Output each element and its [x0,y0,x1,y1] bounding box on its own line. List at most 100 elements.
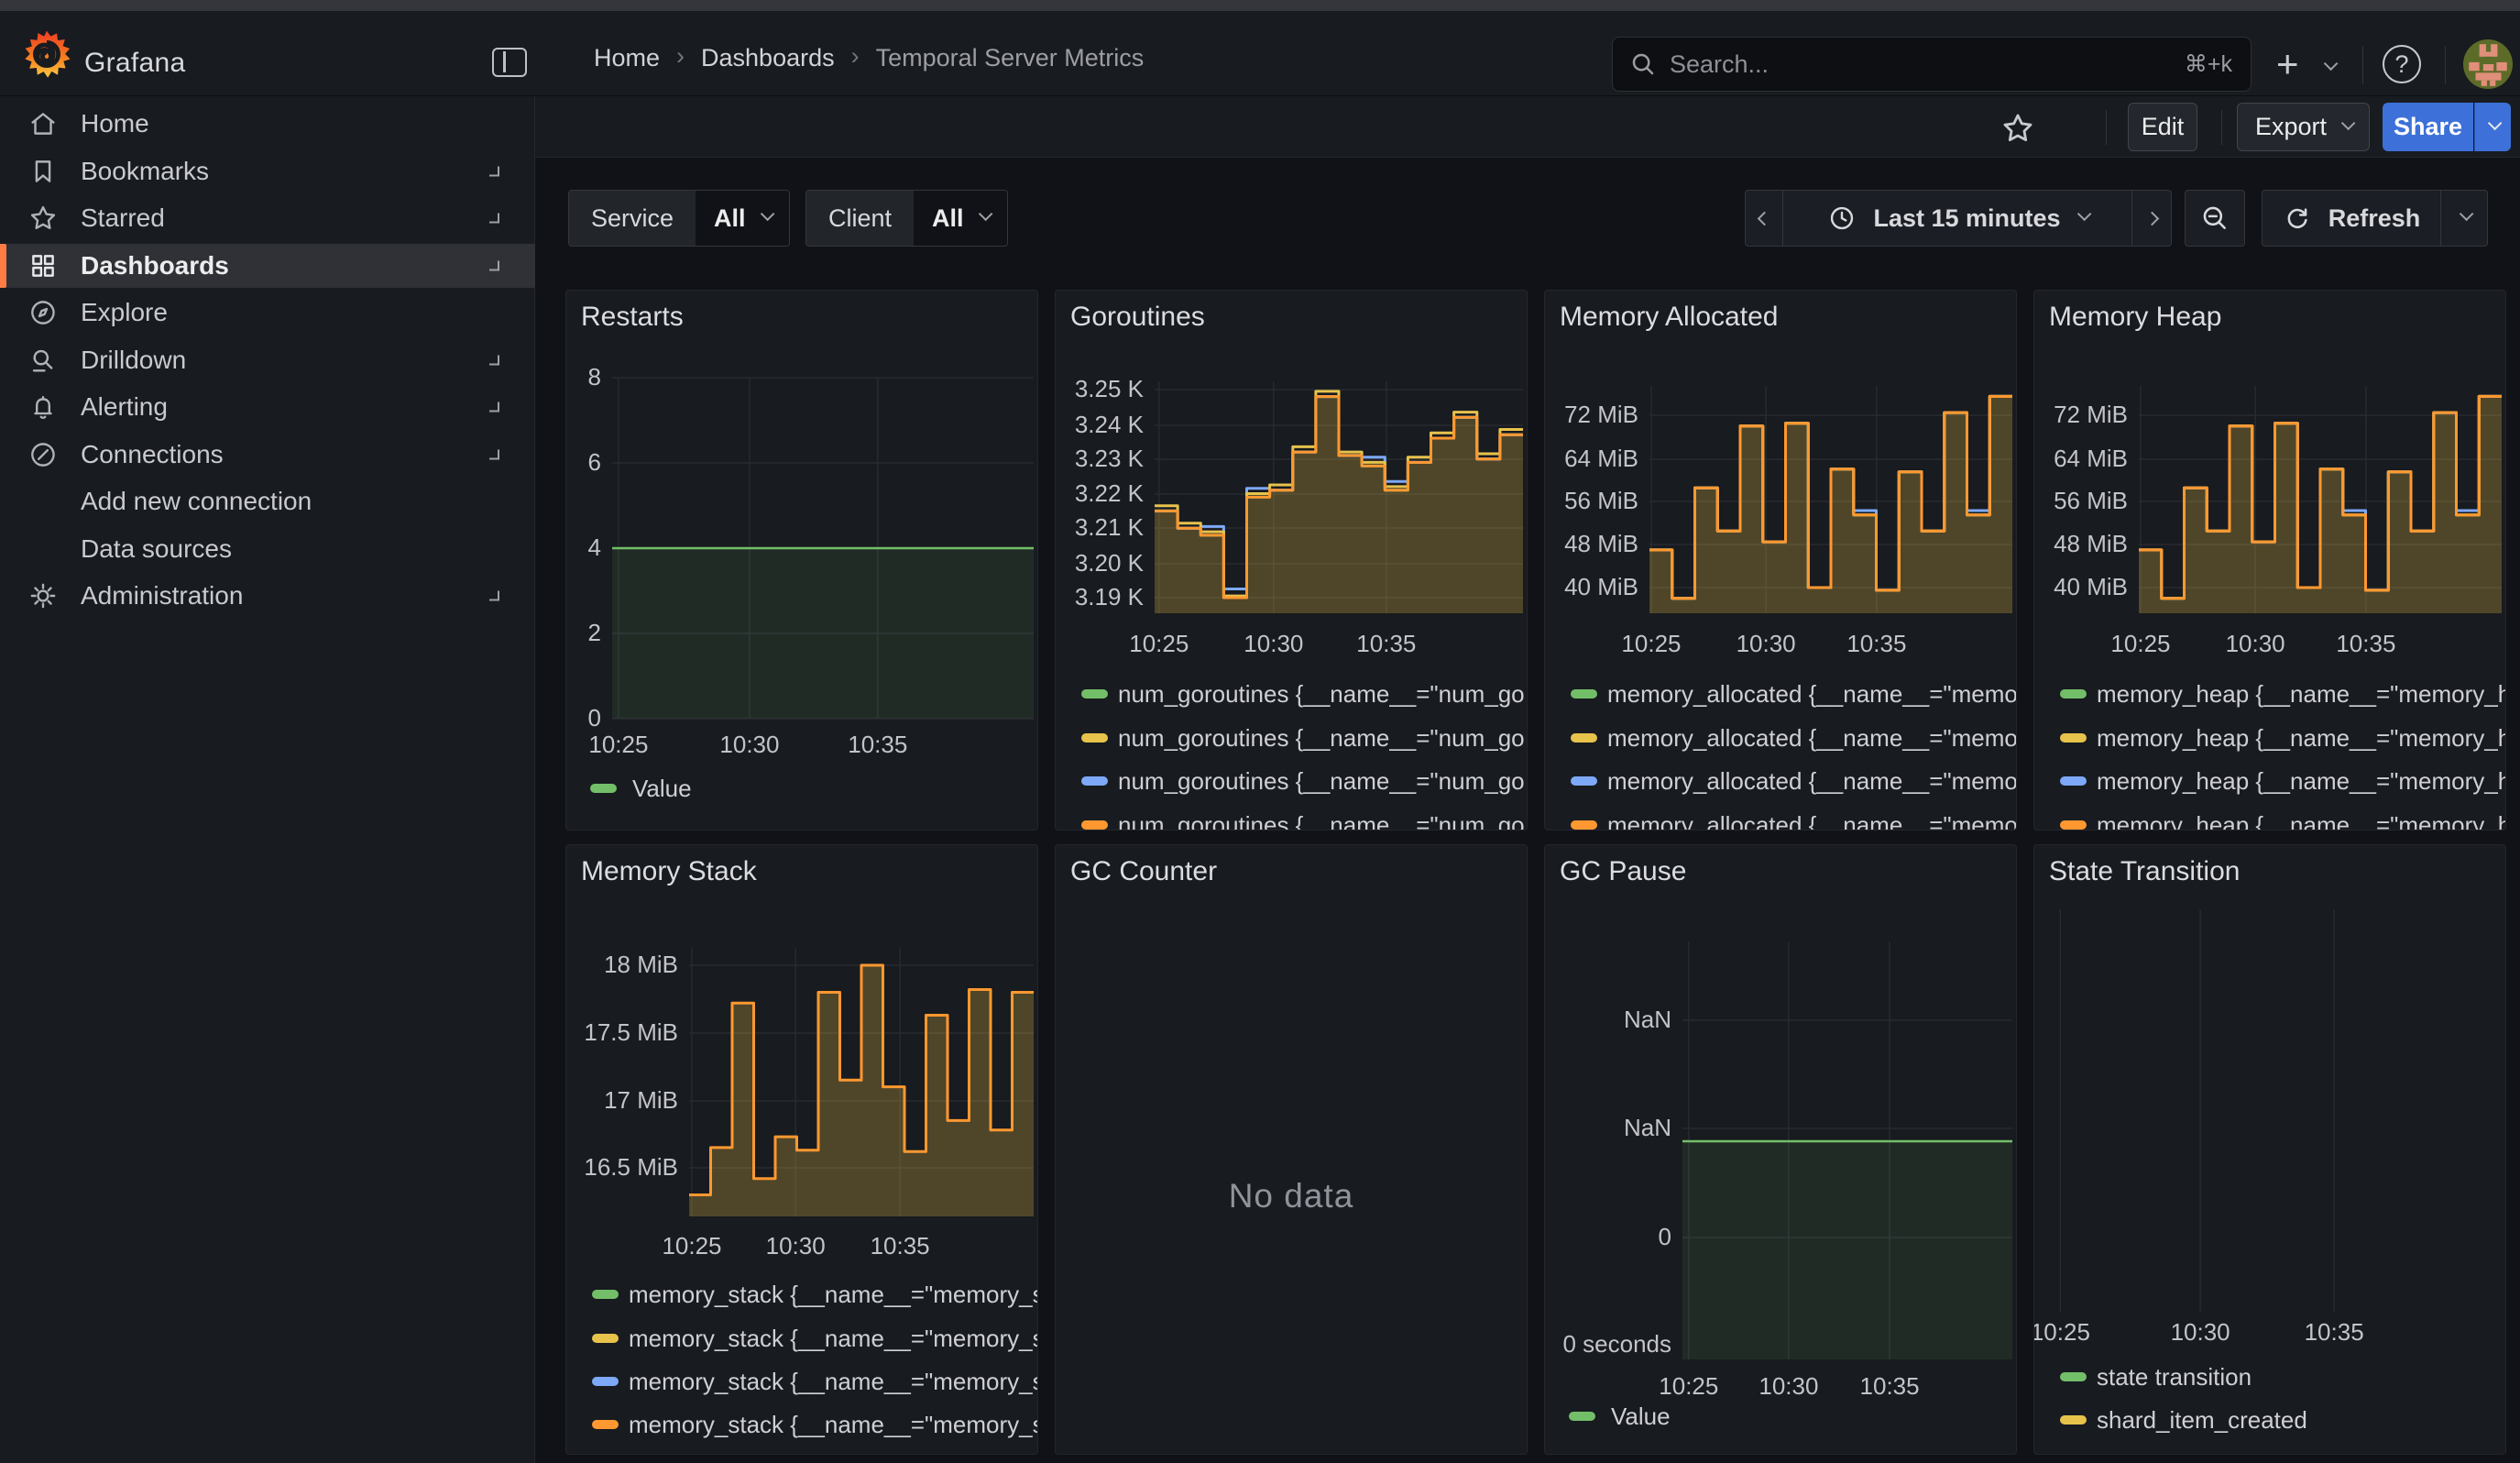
breadcrumb-dashboards[interactable]: Dashboards [701,44,835,72]
legend-series-label[interactable]: memory_allocated {__name__="memo [1607,680,2016,709]
legend-series-label[interactable]: memory_allocated {__name__="memo [1607,767,2016,796]
legend-series-dash[interactable] [2060,820,2087,830]
panel-gccounter[interactable]: GC CounterNo data [1055,844,1528,1455]
panel-memheap[interactable]: Memory Heap72 MiB64 MiB56 MiB48 MiB40 Mi… [2033,290,2506,830]
legend-series-dash[interactable] [2060,776,2087,786]
sidebar-item-administration[interactable]: Administration [0,574,535,618]
y-axis-tick-label: 40 MiB [1545,573,1638,601]
refresh-interval-chevron[interactable] [2440,190,2488,247]
legend-series-dash[interactable] [1081,820,1108,830]
client-variable-dropdown[interactable]: Client All [805,190,1008,247]
legend-series-dash[interactable] [1571,776,1597,786]
chevron-down-icon[interactable] [489,402,499,412]
share-options-chevron[interactable] [2474,103,2511,151]
legend-series-label[interactable]: memory_stack {__name__="memory_s [629,1411,1037,1439]
x-axis-tick-label: 10:35 [840,1232,959,1260]
divider [2445,46,2446,84]
sidebar-item-starred[interactable]: Starred [0,196,535,240]
sidebar-item-connections[interactable]: Connections [0,433,535,477]
sidebar-item-label: Drilldown [81,346,186,375]
refresh-button[interactable]: Refresh [2262,190,2441,247]
legend-series-dash[interactable] [1571,733,1597,742]
sidebar-item-label: Administration [81,581,243,610]
legend-series-label[interactable]: num_goroutines {__name__="num_go [1118,811,1527,830]
x-axis-tick-label: 10:30 [736,1232,855,1260]
panel-restarts[interactable]: Restarts8642010:2510:3010:35Value [565,290,1038,830]
panel-memstack[interactable]: Memory Stack18 MiB17.5 MiB17 MiB16.5 MiB… [565,844,1038,1455]
legend-series-label[interactable]: memory_allocated {__name__="memo [1607,724,2016,753]
legend-series-dash[interactable] [1569,1412,1595,1421]
zoom-out-icon [2199,203,2230,234]
chevron-up-icon[interactable] [489,449,499,459]
legend-series-label[interactable]: memory_stack {__name__="memory_s [629,1325,1037,1353]
legend-series-label[interactable]: num_goroutines {__name__="num_go [1118,724,1527,753]
panel-gcpause[interactable]: GC PauseNaNNaN00 seconds10:2510:3010:35V… [1544,844,2017,1455]
search-input[interactable]: Search... ⌘+k [1612,37,2252,92]
legend-series-label[interactable]: shard_item_created [2097,1406,2505,1435]
legend-series-dash[interactable] [2060,1415,2087,1424]
sidebar-item-explore[interactable]: Explore [0,291,535,335]
add-new-button[interactable]: + [2276,42,2299,86]
legend-series-dash[interactable] [592,1420,619,1429]
avatar[interactable] [2463,39,2513,89]
time-range-picker[interactable]: Last 15 minutes [1782,190,2132,247]
legend-series-dash[interactable] [592,1377,619,1386]
legend-series-dash[interactable] [1081,733,1108,742]
panel-goroutines[interactable]: Goroutines3.25 K3.24 K3.23 K3.22 K3.21 K… [1055,290,1528,830]
legend-series-dash[interactable] [1081,776,1108,786]
legend-series-dash[interactable] [590,784,617,793]
edit-button[interactable]: Edit [2128,103,2197,151]
panel-state[interactable]: State Transition10:2510:3010:35state tra… [2033,844,2506,1455]
help-icon[interactable]: ? [2383,45,2421,83]
legend-series-label[interactable]: memory_stack {__name__="memory_s [629,1368,1037,1396]
legend-series-label[interactable]: memory_heap {__name__="memory_h [2097,680,2505,709]
client-variable-label: Client [806,191,914,246]
y-axis-tick-label: 56 MiB [1545,487,1638,515]
chevron-down-icon[interactable] [489,591,499,601]
legend-series-label[interactable]: num_goroutines {__name__="num_go [1118,680,1527,709]
legend-series-label[interactable]: memory_heap {__name__="memory_h [2097,811,2505,830]
sidebar-item-dashboards[interactable]: Dashboards [0,244,535,288]
legend-series-label[interactable]: Value [632,775,1037,803]
bell-icon [27,391,59,423]
sidebar-item-drilldown[interactable]: Drilldown [0,338,535,382]
dock-sidebar-icon[interactable] [492,48,527,77]
legend-series-dash[interactable] [2060,1372,2087,1381]
legend-series-label[interactable]: memory_heap {__name__="memory_h [2097,724,2505,753]
legend-series-label[interactable]: state transition [2097,1363,2505,1392]
panel-memalloc[interactable]: Memory Allocated72 MiB64 MiB56 MiB48 MiB… [1544,290,2017,830]
sidebar-item-data-sources[interactable]: Data sources [0,527,535,571]
legend-series-label[interactable]: num_goroutines {__name__="num_go [1118,767,1527,796]
search-placeholder: Search... [1670,50,1769,79]
legend-series-label[interactable]: memory_heap {__name__="memory_h [2097,767,2505,796]
service-variable-dropdown[interactable]: Service All [568,190,790,247]
chevron-down-icon[interactable] [489,214,499,224]
add-new-chevron-icon[interactable] [2324,57,2339,72]
legend-series-dash[interactable] [592,1290,619,1299]
legend-series-dash[interactable] [1081,689,1108,698]
sidebar-item-bookmarks[interactable]: Bookmarks [0,149,535,193]
legend-series-dash[interactable] [2060,733,2087,742]
sidebar-item-home[interactable]: Home [0,102,535,146]
legend-series-label[interactable]: Value [1611,1402,2016,1431]
zoom-out-time-button[interactable] [2185,190,2245,247]
favorite-star-icon[interactable] [2000,110,2036,147]
y-axis-tick-label: 3.21 K [1056,513,1144,542]
legend-series-dash[interactable] [1571,689,1597,698]
sidebar-item-add-new-connection[interactable]: Add new connection [0,479,535,523]
legend-series-label[interactable]: memory_stack {__name__="memory_s [629,1281,1037,1309]
time-shift-forward-button[interactable] [2131,190,2172,247]
y-axis-tick-label: 3.20 K [1056,549,1144,578]
legend-series-dash[interactable] [592,1334,619,1343]
sidebar-item-alerting[interactable]: Alerting [0,385,535,429]
time-shift-back-button[interactable] [1745,190,1783,247]
chevron-down-icon[interactable] [489,355,499,365]
share-button[interactable]: Share [2383,103,2473,151]
chevron-down-icon[interactable] [489,260,499,270]
legend-series-dash[interactable] [2060,689,2087,698]
breadcrumb-home[interactable]: Home [594,44,660,72]
export-button[interactable]: Export [2237,103,2370,151]
legend-series-dash[interactable] [1571,820,1597,830]
chevron-down-icon[interactable] [489,166,499,176]
legend-series-label[interactable]: memory_allocated {__name__="memo [1607,811,2016,830]
